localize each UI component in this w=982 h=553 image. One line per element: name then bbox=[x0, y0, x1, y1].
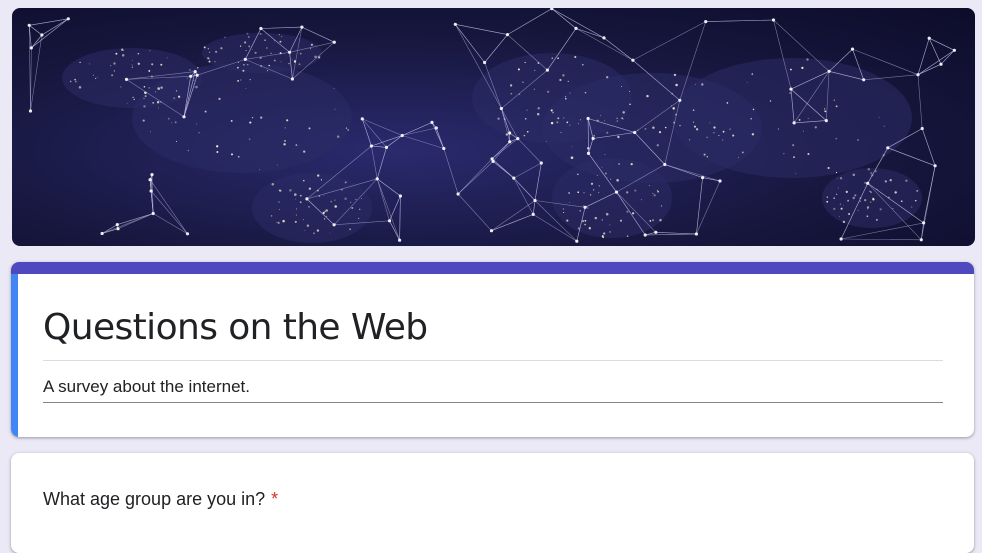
form-title-card: Questions on the Web A survey about the … bbox=[11, 262, 974, 437]
question-title: What age group are you in? * bbox=[43, 487, 278, 511]
question-card[interactable]: What age group are you in? * bbox=[11, 453, 974, 553]
question-label: What age group are you in? bbox=[43, 489, 265, 509]
world-network-map-image bbox=[12, 8, 975, 246]
title-divider bbox=[43, 360, 943, 361]
title-card-focus-indicator bbox=[11, 274, 18, 437]
form-title: Questions on the Web bbox=[43, 306, 428, 350]
header-image bbox=[12, 8, 975, 246]
title-card-accent-bar bbox=[11, 262, 974, 274]
form-description: A survey about the internet. bbox=[43, 376, 250, 398]
required-asterisk: * bbox=[271, 489, 278, 509]
description-underline bbox=[43, 402, 943, 403]
